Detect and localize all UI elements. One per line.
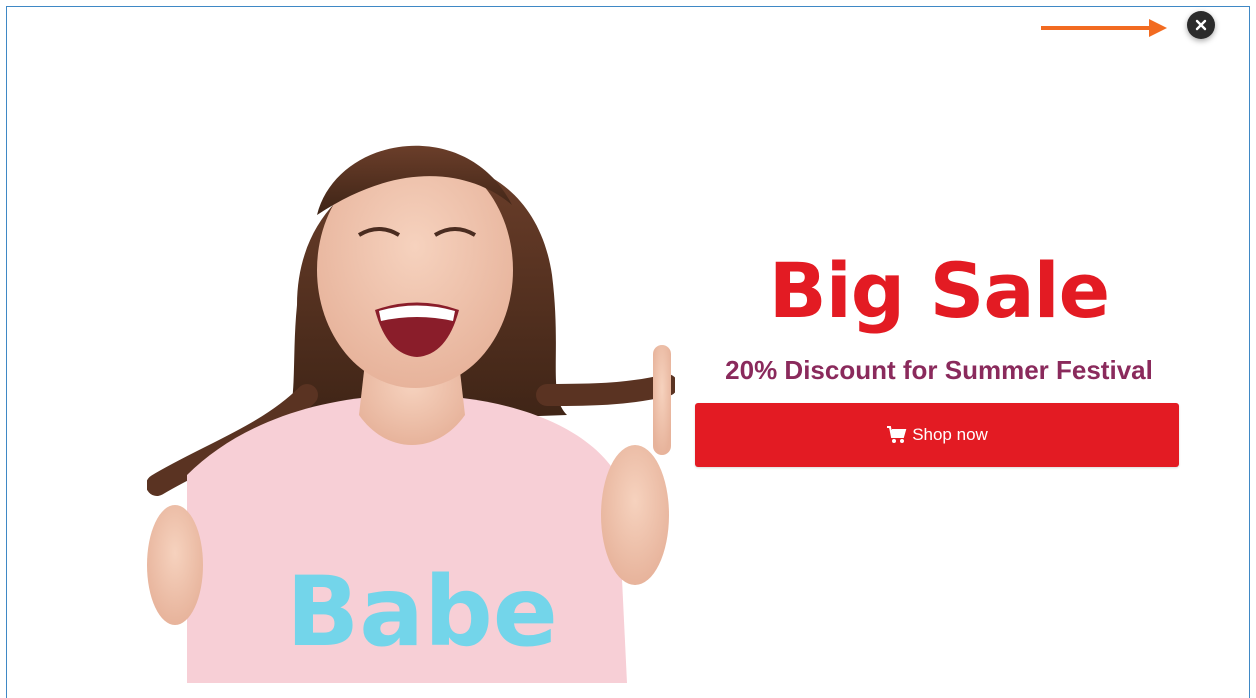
promo-photo: Babe	[147, 145, 675, 683]
cart-icon	[887, 426, 907, 443]
close-icon	[1195, 19, 1207, 31]
sale-headline: Big Sale	[768, 246, 1110, 335]
shirt-text: Babe	[286, 556, 558, 668]
discount-subheadline: 20% Discount for Summer Festival	[725, 355, 1153, 385]
annotation-arrow-icon	[1041, 19, 1167, 37]
popup-window: Babe Big Sale 20% Discount for Summer Fe…	[6, 6, 1250, 698]
shop-now-label: Shop now	[912, 425, 988, 444]
shop-now-button[interactable]: Shop now	[695, 403, 1179, 467]
close-button[interactable]	[1187, 11, 1215, 39]
